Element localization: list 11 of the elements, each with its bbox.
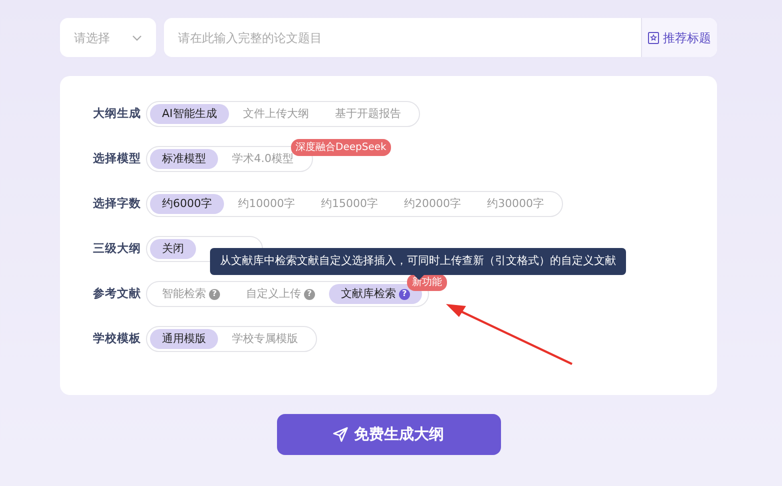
setting-label: 选择模型 [93,150,142,168]
tooltip: 从文献库中检索文献自定义选择插入，可同时上传查新（引文格式）的自定义文献 [210,248,626,274]
help-icon: ? [304,288,315,300]
new-badge: 深度融合DeepSeek [290,139,392,156]
setting-label: 大纲生成 [93,105,142,122]
help-icon: ? [209,288,220,300]
setting-label: 学校模板 [93,330,142,348]
setting-label: 选择字数 [93,195,142,212]
setting-label: 参考文献 [93,285,142,302]
help-icon: ? [399,288,410,300]
setting-label: 三级大纲 [93,240,142,258]
